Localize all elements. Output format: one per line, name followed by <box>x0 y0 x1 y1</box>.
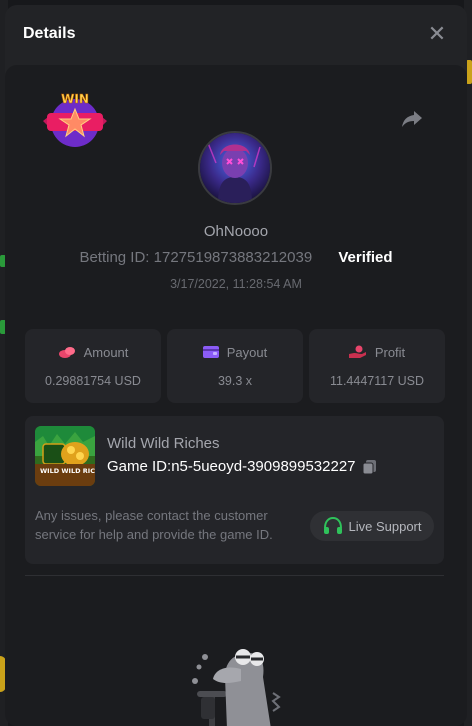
copy-icon[interactable] <box>362 459 378 475</box>
share-button[interactable] <box>401 109 423 129</box>
details-modal: Details ✕ WIN OhNoooo Betting ID: 172751… <box>5 5 467 726</box>
coins-icon <box>58 347 75 358</box>
headset-icon <box>323 517 342 534</box>
support-help-text: Any issues, please contact the customer … <box>35 508 273 542</box>
divider <box>25 575 444 576</box>
game-name: Wild Wild Riches <box>107 435 220 452</box>
bet-stats: Amount 0.29881754 USD Payout 39.3 x Prof… <box>25 329 445 403</box>
stat-value-amount: 0.29881754 USD <box>45 373 141 388</box>
game-thumbnail[interactable]: WILD WILD RICHES <box>35 426 95 486</box>
stat-card-amount: Amount 0.29881754 USD <box>25 329 161 403</box>
game-card: WILD WILD RICHES Wild Wild Riches Game I… <box>25 416 444 564</box>
live-support-label: Live Support <box>348 518 422 534</box>
crocodile-mascot-icon <box>192 649 281 726</box>
modal-body: WIN OhNoooo Betting ID: 1727519873883212… <box>5 65 467 726</box>
bet-timestamp: 3/17/2022, 11:28:54 AM <box>170 277 302 291</box>
modal-header: Details ✕ <box>5 5 467 63</box>
close-icon: ✕ <box>427 21 447 46</box>
game-id-value: n5-5ueoyd-3909899532227 <box>171 458 356 475</box>
avatar-image <box>200 133 270 203</box>
verified-badge: Verified <box>338 249 393 266</box>
stat-value-payout: 39.3 x <box>217 373 253 388</box>
stat-label: Payout <box>226 344 268 360</box>
game-thumbnail-image: WILD WILD RICHES <box>35 426 95 486</box>
stat-label: Amount <box>83 344 129 360</box>
betting-id-value: 1727519873883212039 <box>153 249 313 266</box>
hand-coin-icon <box>348 345 366 358</box>
modal-title: Details <box>23 25 76 42</box>
wallet-icon <box>202 346 219 358</box>
share-icon <box>402 111 422 127</box>
close-button[interactable]: ✕ <box>425 22 449 46</box>
betting-id-row: Betting ID: 1727519873883212039 Verified <box>5 249 467 266</box>
stat-label: Profit <box>374 344 406 360</box>
game-id-row: Game ID: n5-5ueoyd-3909899532227 <box>107 458 378 475</box>
game-thumbnail-text: WILD WILD RICHES <box>40 467 95 475</box>
username: OhNoooo <box>203 223 269 240</box>
betting-id-label: Betting ID: <box>79 249 150 266</box>
stat-value-profit: 11.4447117 USD <box>329 373 425 388</box>
avatar <box>198 131 272 205</box>
win-badge-text: WIN <box>61 92 89 106</box>
game-id-label: Game ID: <box>107 458 172 475</box>
live-support-button[interactable]: Live Support <box>310 511 434 541</box>
win-badge-icon: WIN <box>43 92 107 147</box>
stat-card-payout: Payout 39.3 x <box>167 329 303 403</box>
stat-card-profit: Profit 11.4447117 USD <box>309 329 445 403</box>
